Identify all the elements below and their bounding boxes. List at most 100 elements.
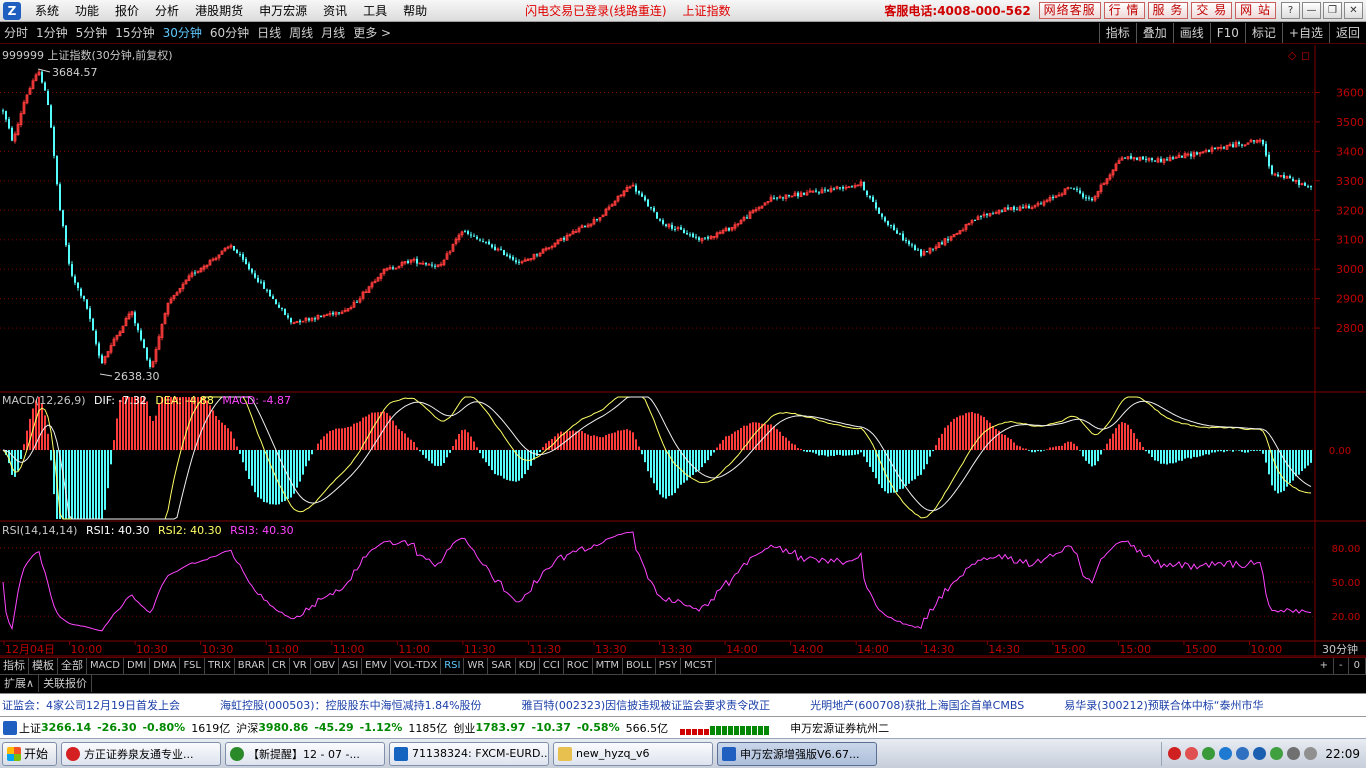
add-watchlist-button[interactable]: +自选 xyxy=(1281,23,1329,43)
menu-item-swhy[interactable]: 申万宏源 xyxy=(251,0,315,22)
menu-item-hk-futures[interactable]: 港股期货 xyxy=(187,0,251,22)
taskbar-item[interactable]: new_hyzq_v6 xyxy=(553,741,714,766)
ind-tab-vr[interactable]: VR xyxy=(290,658,311,674)
clock[interactable]: 22:09 xyxy=(1325,747,1360,761)
ind-tab-sar[interactable]: SAR xyxy=(488,658,516,674)
time-tick-label: 13:30 xyxy=(595,643,627,656)
ind-tab-psy[interactable]: PSY xyxy=(656,658,682,674)
ind-tab-trix[interactable]: TRIX xyxy=(205,658,235,674)
ind-tab-vol-tdx[interactable]: VOL-TDX xyxy=(391,658,442,674)
period-tab-weekly[interactable]: 周线 xyxy=(285,23,317,43)
ind-tab-all[interactable]: 全部 xyxy=(58,658,87,674)
mark-button[interactable]: 标记 xyxy=(1244,23,1282,43)
service-phone: 客服电话:4008-000-562 xyxy=(884,4,1031,18)
ind-tab-emv[interactable]: EMV xyxy=(362,658,391,674)
ind-tab-boll[interactable]: BOLL xyxy=(623,658,656,674)
menu-item-analysis[interactable]: 分析 xyxy=(147,0,187,22)
period-tab-more[interactable]: 更多 > xyxy=(349,23,395,43)
menu-item-function[interactable]: 功能 xyxy=(67,0,107,22)
draw-line-button[interactable]: 画线 xyxy=(1172,23,1210,43)
news-item[interactable]: 易华录(300212)预联合体中标“泰州市华 xyxy=(1064,697,1263,713)
index-sh-name[interactable]: 上证 xyxy=(19,720,41,736)
period-tab-1min[interactable]: 1分钟 xyxy=(32,23,72,43)
menu-item-system[interactable]: 系统 xyxy=(27,0,67,22)
ind-tab-dma[interactable]: DMA xyxy=(150,658,181,674)
maximize-panel-icon[interactable]: ◻ xyxy=(1301,49,1310,62)
period-tab-5min[interactable]: 5分钟 xyxy=(72,23,112,43)
macd-title: MACD(12,26,9) DIF: -7.32 DEA: -4.88 MACD… xyxy=(2,394,291,407)
period-tab-15min[interactable]: 15分钟 xyxy=(111,23,158,43)
zoom-in-button[interactable]: + xyxy=(1315,658,1335,674)
ind-tab-cci[interactable]: CCI xyxy=(540,658,564,674)
market-button[interactable]: 行 情 xyxy=(1103,2,1145,19)
ind-tab-brar[interactable]: BRAR xyxy=(235,658,269,674)
ind-tab-rsi[interactable]: RSI xyxy=(441,658,465,674)
f10-button[interactable]: F10 xyxy=(1209,23,1245,43)
tray-app-icon[interactable] xyxy=(1236,747,1250,760)
ind-tab-wr[interactable]: WR xyxy=(464,658,489,674)
candle-body xyxy=(686,233,688,235)
tray-volume-icon[interactable] xyxy=(1304,747,1318,760)
ind-tab-mtm[interactable]: MTM xyxy=(593,658,623,674)
diamond-icon[interactable]: ◇ xyxy=(1288,49,1297,62)
period-tab-monthly[interactable]: 月线 xyxy=(317,23,349,43)
zoom-reset-button[interactable]: 0 xyxy=(1349,658,1366,674)
website-button[interactable]: 网 站 xyxy=(1235,2,1276,19)
ind-tab-indicator[interactable]: 指标 xyxy=(0,658,29,674)
overlay-button[interactable]: 叠加 xyxy=(1135,23,1173,43)
period-tab-60min[interactable]: 60分钟 xyxy=(206,23,253,43)
help-window-button[interactable]: ? xyxy=(1281,2,1300,19)
start-button[interactable]: 开始 xyxy=(2,741,58,766)
period-tab-30min[interactable]: 30分钟 xyxy=(159,23,206,43)
candle-body xyxy=(974,219,976,221)
ind-tab-dmi[interactable]: DMI xyxy=(124,658,151,674)
online-service-button[interactable]: 网络客服 xyxy=(1038,2,1101,19)
tray-input-icon[interactable] xyxy=(1168,747,1182,760)
index-hs-name[interactable]: 沪深 xyxy=(236,720,258,736)
taskbar-item-active[interactable]: 申万宏源增强版V6.67... xyxy=(717,741,878,766)
zoom-out-button[interactable]: - xyxy=(1334,658,1349,674)
news-item[interactable]: 雅百特(002323)因信披违规被证监会要求责令改正 xyxy=(522,697,771,713)
tray-app-icon[interactable] xyxy=(1185,747,1199,760)
ind-tab-cr[interactable]: CR xyxy=(269,658,290,674)
ind-tab-roc[interactable]: ROC xyxy=(564,658,593,674)
menu-item-info[interactable]: 资讯 xyxy=(315,0,355,22)
news-item[interactable]: 证监会：4家公司12月19日首发上会 xyxy=(2,697,180,713)
taskbar-item[interactable]: 【新提醒】12 - 07 -... xyxy=(225,741,386,766)
news-item[interactable]: 光明地产(600708)获批上海国企首单CMBS xyxy=(810,697,1024,713)
tray-bluetooth-icon[interactable] xyxy=(1253,747,1267,760)
ind-tab-macd[interactable]: MACD xyxy=(87,658,124,674)
tray-network-icon[interactable] xyxy=(1287,747,1301,760)
ind-tab-asi[interactable]: ASI xyxy=(339,658,363,674)
news-item[interactable]: 海虹控股(000503)：控股股东中海恒减持1.84%股份 xyxy=(220,697,482,713)
restore-button[interactable]: ❐ xyxy=(1323,2,1342,19)
minimize-button[interactable]: — xyxy=(1302,2,1321,19)
service-button[interactable]: 服 务 xyxy=(1147,2,1189,19)
ind-tab-fsl[interactable]: FSL xyxy=(180,658,205,674)
tray-app-icon[interactable] xyxy=(1219,747,1233,760)
menu-item-help[interactable]: 帮助 xyxy=(395,0,435,22)
menu-item-tools[interactable]: 工具 xyxy=(355,0,395,22)
chart-area[interactable]: 2800 2900 3000 3100 3200 3300 3400 3500 3600 999… xyxy=(0,45,1366,657)
candle-body xyxy=(425,262,427,265)
period-tab-daily[interactable]: 日线 xyxy=(253,23,285,43)
folder-icon xyxy=(558,746,573,761)
ind-tab-mcst[interactable]: MCST xyxy=(681,658,717,674)
tray-app-icon[interactable] xyxy=(1270,747,1284,760)
tray-app-icon[interactable] xyxy=(1202,747,1216,760)
related-quotes-tab[interactable]: 关联报价 xyxy=(39,675,93,692)
back-button[interactable]: 返回 xyxy=(1328,23,1366,43)
period-tab-intraday[interactable]: 分时 xyxy=(0,23,32,43)
ind-tab-template[interactable]: 模板 xyxy=(29,658,58,674)
news-ticker[interactable]: 证监会：4家公司12月19日首发上会 海虹控股(000503)：控股股东中海恒减… xyxy=(0,693,1366,716)
taskbar-item[interactable]: 方正证券泉友通专业... xyxy=(61,741,222,766)
ind-tab-obv[interactable]: OBV xyxy=(311,658,339,674)
close-button[interactable]: ✕ xyxy=(1344,2,1363,19)
ind-tab-kdj[interactable]: KDJ xyxy=(516,658,540,674)
taskbar-item[interactable]: 71138324: FXCM-EURD... xyxy=(389,741,550,766)
index-cy-name[interactable]: 创业 xyxy=(453,720,475,736)
menu-item-quote[interactable]: 报价 xyxy=(107,0,147,22)
expand-tab[interactable]: 扩展∧ xyxy=(0,675,40,692)
trade-button[interactable]: 交 易 xyxy=(1191,2,1233,19)
indicator-button[interactable]: 指标 xyxy=(1098,23,1136,43)
